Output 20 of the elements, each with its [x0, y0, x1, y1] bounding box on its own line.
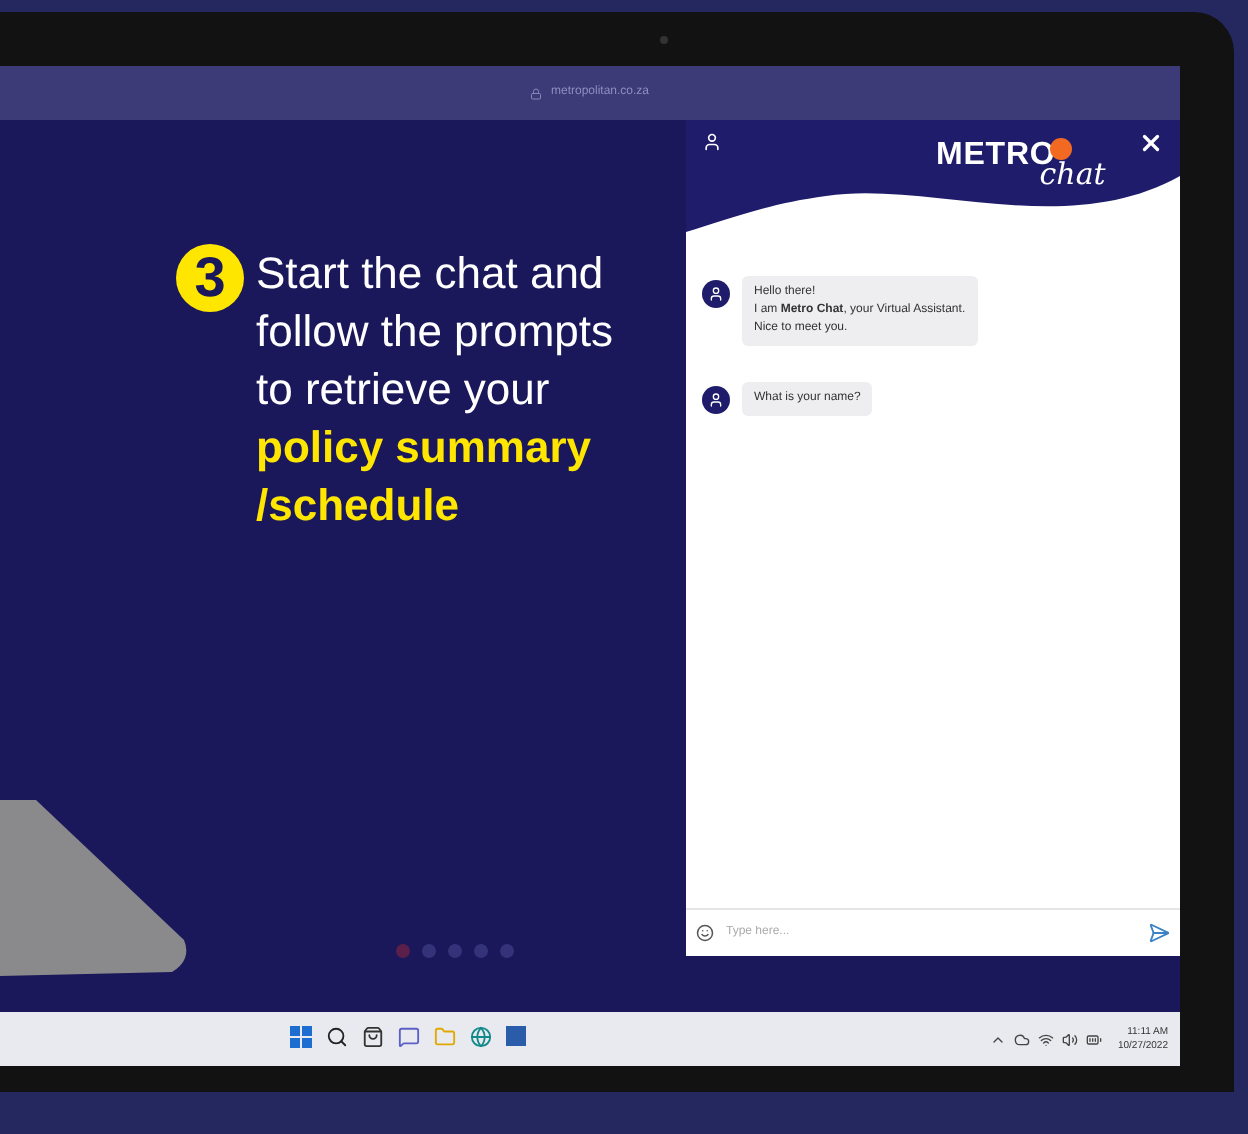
chat-icon[interactable]	[398, 1026, 420, 1048]
volume-icon[interactable]	[1061, 1031, 1078, 1047]
browser-icon[interactable]	[470, 1026, 492, 1048]
metro-chat-logo: METROchat	[936, 136, 1106, 196]
bag-icon[interactable]	[362, 1026, 384, 1048]
step-instruction: Start the chat and follow the prompts to retrieve your policy summary /schedule	[256, 246, 616, 534]
close-icon[interactable]	[1138, 130, 1164, 156]
camera-icon	[660, 36, 668, 44]
wifi-icon[interactable]	[1037, 1031, 1054, 1047]
person-icon	[708, 392, 724, 408]
person-icon	[702, 132, 722, 152]
cloud-icon[interactable]	[1013, 1031, 1030, 1047]
emoji-icon[interactable]	[696, 924, 714, 942]
step-number-badge: 3	[176, 244, 244, 312]
lock-icon	[530, 87, 543, 99]
person-icon	[708, 286, 724, 302]
start-icon[interactable]	[290, 1026, 312, 1048]
search-icon[interactable]	[326, 1026, 348, 1048]
send-icon[interactable]	[1148, 922, 1170, 944]
battery-icon[interactable]	[1085, 1031, 1102, 1047]
